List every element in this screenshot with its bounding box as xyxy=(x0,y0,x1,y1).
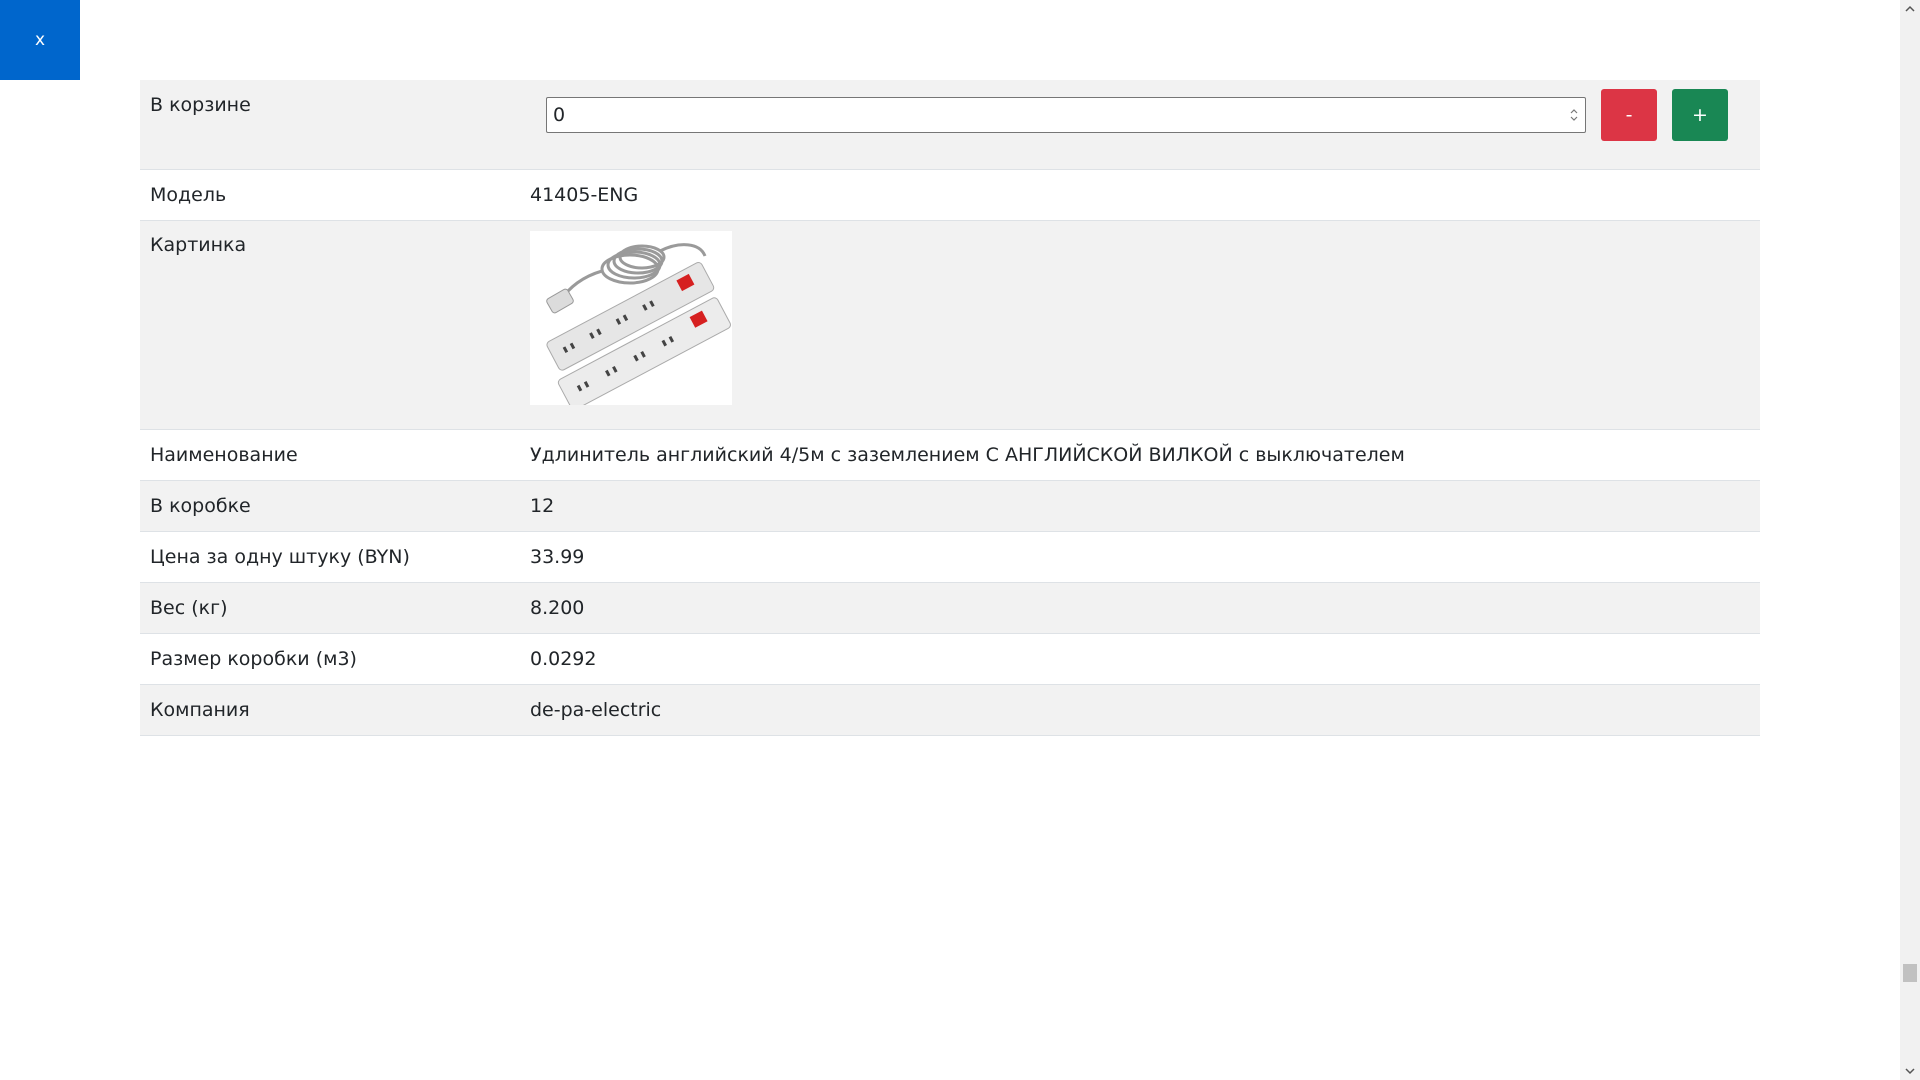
table-row-box-qty: В коробке 12 xyxy=(140,480,1760,532)
chevron-down-icon[interactable] xyxy=(1900,1062,1920,1080)
table-row-weight: Вес (кг) 8.200 xyxy=(140,582,1760,634)
table-row-model: Модель 41405-ENG xyxy=(140,169,1760,221)
picture-label: Картинка xyxy=(140,220,520,430)
basket-label: В корзине xyxy=(140,80,520,170)
box-qty-value: 12 xyxy=(520,480,1760,532)
table-row-price: Цена за одну штуку (BYN) 33.99 xyxy=(140,531,1760,583)
company-label: Компания xyxy=(140,684,520,736)
basket-controls: 0 - + xyxy=(520,80,1760,170)
box-qty-label: В коробке xyxy=(140,480,520,532)
decrease-quantity-button[interactable]: - xyxy=(1601,89,1657,141)
box-size-value: 0.0292 xyxy=(520,633,1760,685)
price-value: 33.99 xyxy=(520,531,1760,583)
product-details-table: В корзине 0 - + Модель 41405-ENG Картинк… xyxy=(140,80,1760,736)
vertical-scrollbar[interactable] xyxy=(1900,0,1920,1080)
picture-cell xyxy=(520,220,1760,430)
chevron-up-icon[interactable] xyxy=(1900,0,1920,18)
spinner-arrows-icon[interactable] xyxy=(1569,107,1579,123)
weight-label: Вес (кг) xyxy=(140,582,520,634)
table-row-name: Наименование Удлинитель английский 4/5м … xyxy=(140,429,1760,481)
quantity-value: 0 xyxy=(553,104,566,126)
increase-quantity-button[interactable]: + xyxy=(1672,89,1728,141)
name-label: Наименование xyxy=(140,429,520,481)
close-button[interactable]: x xyxy=(0,0,80,80)
table-row-box-size: Размер коробки (м3) 0.0292 xyxy=(140,633,1760,685)
model-value: 41405-ENG xyxy=(520,169,1760,221)
table-row-picture: Картинка xyxy=(140,220,1760,430)
box-size-label: Размер коробки (м3) xyxy=(140,633,520,685)
table-row-basket: В корзине 0 - + xyxy=(140,80,1760,170)
company-value: de-pa-electric xyxy=(520,684,1760,736)
scrollbar-thumb[interactable] xyxy=(1903,964,1917,982)
price-label: Цена за одну штуку (BYN) xyxy=(140,531,520,583)
model-label: Модель xyxy=(140,169,520,221)
product-image xyxy=(530,231,732,405)
table-row-company: Компания de-pa-electric xyxy=(140,684,1760,736)
name-value: Удлинитель английский 4/5м с заземлением… xyxy=(520,429,1760,481)
quantity-input[interactable]: 0 xyxy=(546,97,1586,133)
weight-value: 8.200 xyxy=(520,582,1760,634)
